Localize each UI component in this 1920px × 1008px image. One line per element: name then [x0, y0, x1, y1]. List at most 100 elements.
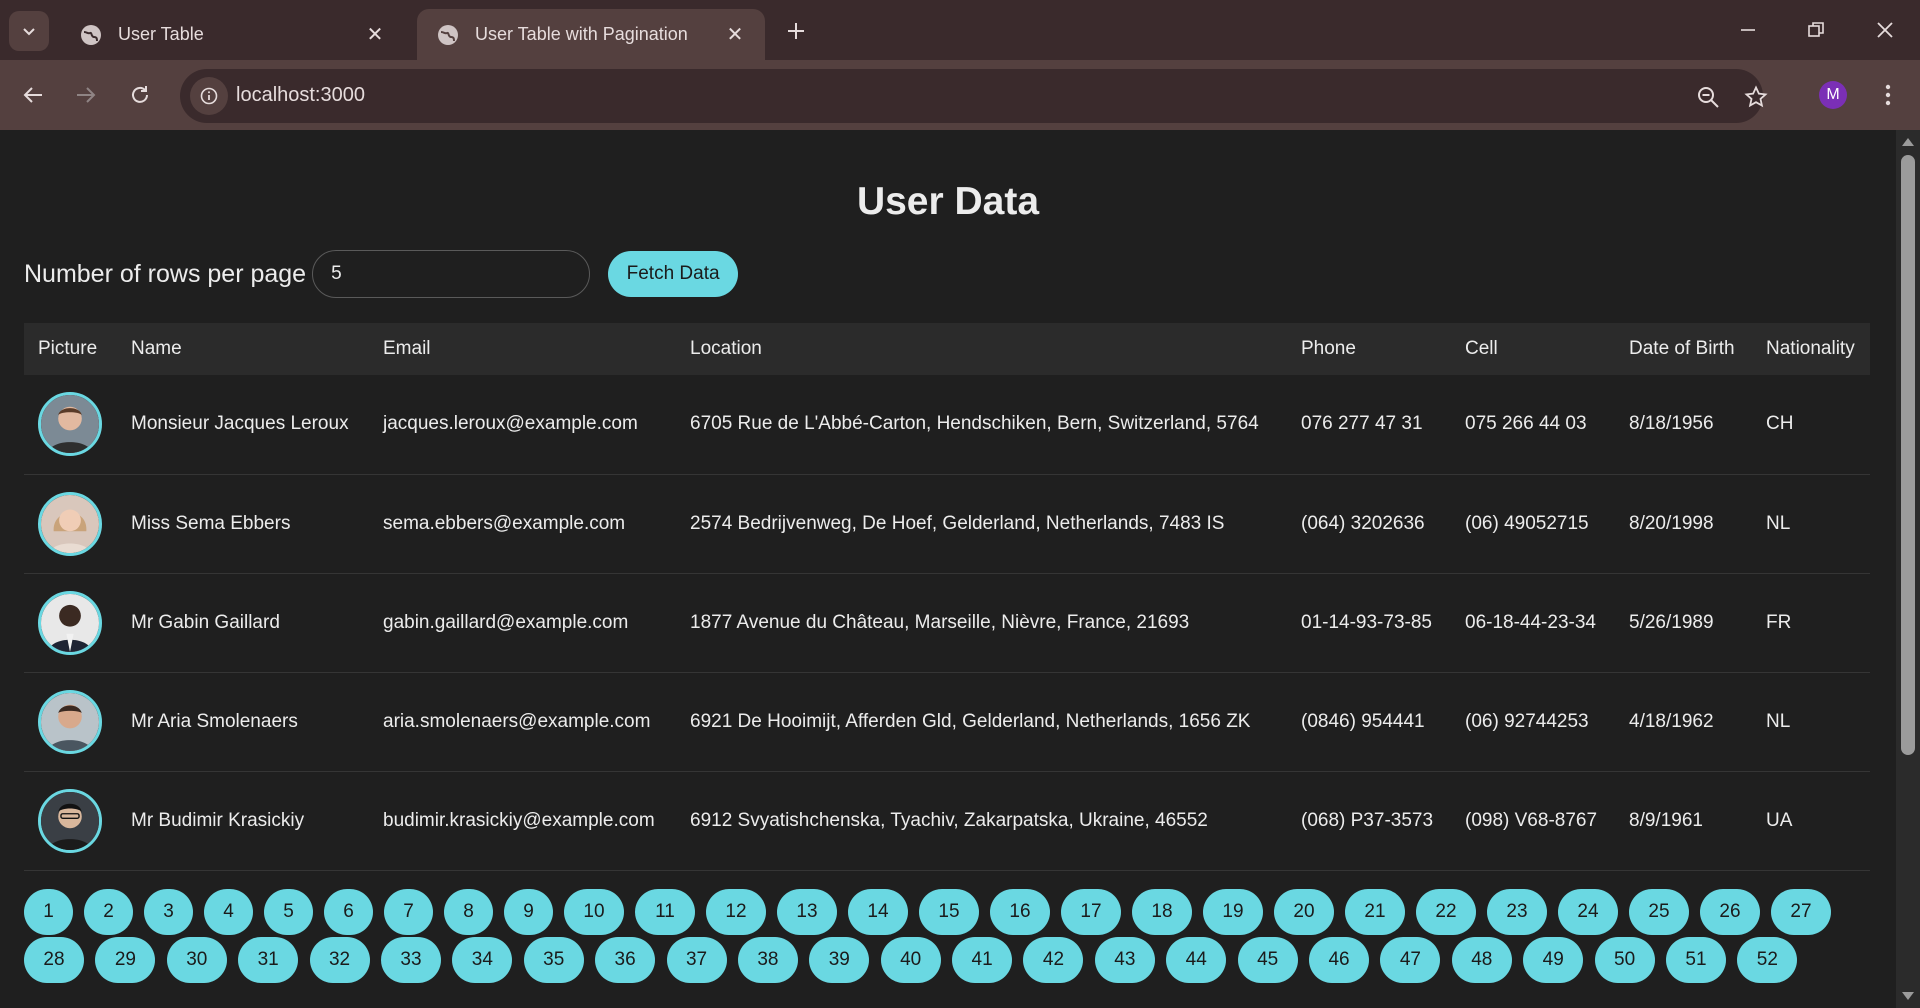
page-button[interactable]: 13 — [777, 889, 837, 935]
page-button[interactable]: 49 — [1523, 937, 1584, 983]
page-button[interactable]: 22 — [1416, 889, 1476, 935]
minimize-button[interactable] — [1726, 10, 1770, 50]
page-button[interactable]: 39 — [809, 937, 870, 983]
page-button[interactable]: 41 — [952, 937, 1013, 983]
zoom-button[interactable] — [1695, 84, 1721, 110]
dob-cell: 4/18/1962 — [1629, 710, 1714, 732]
page-button[interactable]: 48 — [1451, 937, 1512, 983]
new-tab-button[interactable] — [779, 14, 813, 48]
minimize-icon — [1741, 29, 1755, 31]
page-button[interactable]: 29 — [95, 937, 156, 983]
user-table: Picture Name Email Location Phone Cell D… — [24, 323, 1870, 871]
page-button[interactable]: 36 — [595, 937, 656, 983]
page-button[interactable]: 31 — [238, 937, 299, 983]
header-nationality: Nationality — [1766, 338, 1855, 359]
scroll-down-icon[interactable] — [1902, 992, 1914, 1000]
page-button[interactable]: 19 — [1203, 889, 1263, 935]
page-button[interactable]: 51 — [1665, 937, 1726, 983]
page-button[interactable]: 6 — [324, 889, 373, 935]
page-button[interactable]: 45 — [1237, 937, 1298, 983]
tab-user-table-pagination[interactable]: User Table with Pagination ✕ — [417, 9, 765, 60]
page-button[interactable]: 16 — [990, 889, 1050, 935]
back-button[interactable] — [13, 75, 53, 115]
cell-phone-cell: 06-18-44-23-34 — [1465, 611, 1596, 633]
page-button[interactable]: 26 — [1700, 889, 1760, 935]
email-cell: jacques.leroux@example.com — [383, 413, 638, 435]
page-button[interactable]: 17 — [1061, 889, 1121, 935]
page-button[interactable]: 50 — [1594, 937, 1655, 983]
page-button[interactable]: 15 — [919, 889, 979, 935]
fetch-data-button[interactable]: Fetch Data — [608, 251, 739, 297]
close-tab-icon[interactable]: ✕ — [363, 23, 387, 47]
rows-controls: Number of rows per page Fetch Data — [24, 250, 739, 298]
page-button[interactable]: 20 — [1274, 889, 1334, 935]
page-button[interactable]: 10 — [564, 889, 624, 935]
page-button[interactable]: 43 — [1094, 937, 1155, 983]
url-text[interactable]: localhost:3000 — [236, 84, 365, 107]
page-button[interactable]: 40 — [880, 937, 941, 983]
page-button[interactable]: 11 — [635, 889, 695, 935]
page-button[interactable]: 47 — [1380, 937, 1441, 983]
browser-menu-button[interactable] — [1873, 80, 1903, 110]
page-button[interactable]: 52 — [1737, 937, 1798, 983]
page-button[interactable]: 1 — [24, 889, 73, 935]
page-button[interactable]: 23 — [1487, 889, 1547, 935]
cell-phone-cell: (06) 49052715 — [1465, 512, 1589, 534]
browser-toolbar: localhost:3000 — [0, 60, 1920, 130]
page-button[interactable]: 3 — [144, 889, 193, 935]
picture-cell — [24, 375, 117, 474]
header-phone: Phone — [1301, 338, 1356, 359]
tab-user-table[interactable]: User Table ✕ — [60, 9, 405, 60]
page-button[interactable]: 24 — [1558, 889, 1618, 935]
cell-phone-cell: (06) 92744253 — [1465, 710, 1589, 732]
name-cell: Mr Gabin Gaillard — [131, 611, 280, 633]
page-button[interactable]: 21 — [1345, 889, 1405, 935]
page-button[interactable]: 37 — [666, 937, 727, 983]
address-bar[interactable]: localhost:3000 — [180, 69, 1768, 123]
page-button[interactable]: 35 — [523, 937, 584, 983]
page-button[interactable]: 28 — [24, 937, 84, 983]
email-cell: budimir.krasickiy@example.com — [383, 809, 655, 831]
bookmark-button[interactable] — [1743, 84, 1769, 110]
page-button[interactable]: 12 — [706, 889, 766, 935]
page-button[interactable]: 2 — [84, 889, 133, 935]
page-button[interactable]: 32 — [309, 937, 370, 983]
page-button[interactable]: 18 — [1132, 889, 1192, 935]
close-tab-icon[interactable]: ✕ — [723, 23, 747, 47]
page-scrollbar[interactable] — [1896, 130, 1920, 1008]
page-button[interactable]: 34 — [452, 937, 513, 983]
page-button[interactable]: 46 — [1309, 937, 1370, 983]
close-window-button[interactable] — [1863, 10, 1907, 50]
rows-per-page-input[interactable] — [312, 250, 591, 298]
star-icon — [1744, 85, 1768, 108]
profile-avatar[interactable]: M — [1819, 81, 1847, 109]
table-row: Mr Aria Smolenaers aria.smolenaers@examp… — [24, 672, 1870, 771]
page-button[interactable]: 5 — [264, 889, 313, 935]
restore-button[interactable] — [1794, 10, 1838, 50]
page-button[interactable]: 30 — [166, 937, 227, 983]
forward-button[interactable] — [66, 75, 106, 115]
page-button[interactable]: 33 — [380, 937, 441, 983]
table-row: Miss Sema Ebbers sema.ebbers@example.com… — [24, 474, 1870, 573]
globe-icon — [438, 24, 458, 45]
page-button[interactable]: 42 — [1023, 937, 1084, 983]
page-button[interactable]: 7 — [384, 889, 433, 935]
scroll-thumb[interactable] — [1901, 155, 1915, 755]
tab-search-button[interactable] — [9, 11, 49, 51]
picture-cell — [24, 474, 117, 573]
page-button[interactable]: 4 — [204, 889, 253, 935]
site-info-button[interactable] — [190, 77, 228, 115]
scroll-up-icon[interactable] — [1902, 138, 1914, 146]
pagination-row: 28 29 30 31 32 33 34 35 36 37 38 39 40 41 42 43 44 45 46 47… — [24, 937, 1864, 985]
page-button[interactable]: 38 — [737, 937, 798, 983]
page-button[interactable]: 27 — [1771, 889, 1831, 935]
page-button[interactable]: 44 — [1166, 937, 1227, 983]
page-button[interactable]: 8 — [444, 889, 493, 935]
page-button[interactable]: 14 — [848, 889, 908, 935]
user-avatar — [38, 491, 102, 556]
page-button[interactable]: 25 — [1629, 889, 1689, 935]
page-title: User Data — [856, 180, 1040, 223]
nationality-cell: NL — [1766, 710, 1791, 732]
reload-button[interactable] — [120, 75, 160, 115]
page-button[interactable]: 9 — [504, 889, 553, 935]
